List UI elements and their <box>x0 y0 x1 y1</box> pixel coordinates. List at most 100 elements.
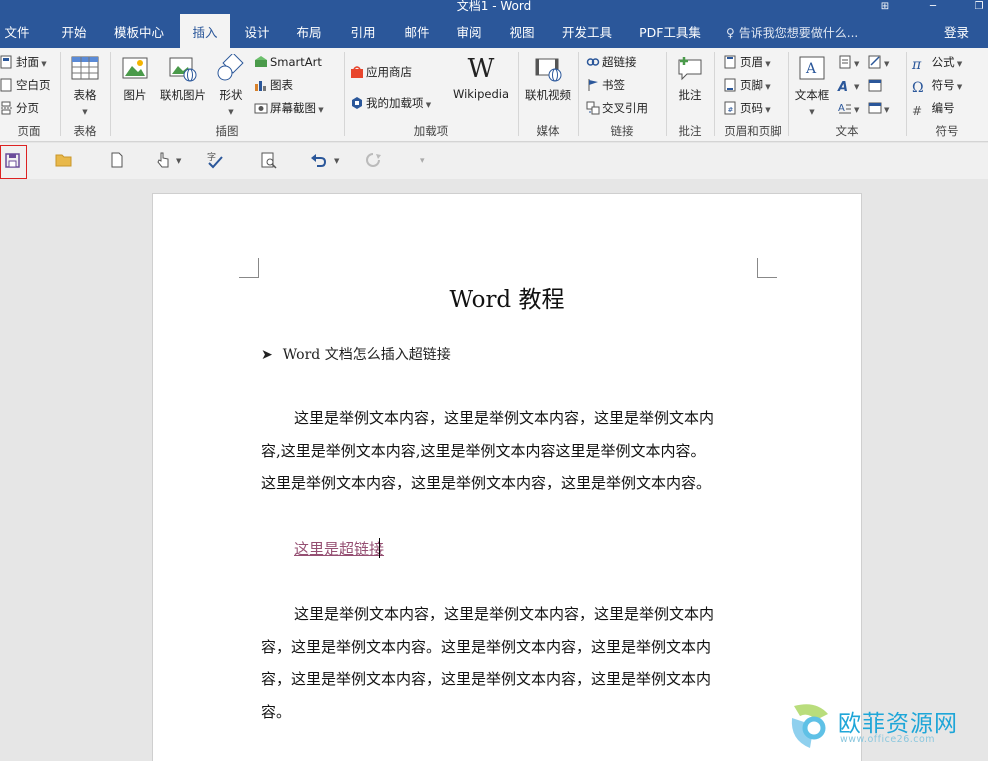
restore-icon[interactable]: ❐ <box>972 0 986 13</box>
tab-design[interactable]: 设计 <box>236 14 278 48</box>
symbol-button[interactable]: Ω 符号 ▼ <box>912 75 962 96</box>
object-icon <box>868 101 882 115</box>
title-bar: 文档1 - Word ⊞ ─ ❐ <box>0 0 988 14</box>
touch-hand-icon <box>157 152 169 168</box>
equation-button[interactable]: π 公式 ▼ <box>912 52 962 73</box>
page-break-button[interactable]: 分页 <box>0 98 39 118</box>
omega-icon: Ω <box>912 79 924 96</box>
smartart-icon <box>254 55 268 69</box>
minimize-icon[interactable]: ─ <box>926 0 940 13</box>
bullet-text: Word 文档怎么插入超链接 <box>282 347 451 363</box>
group-media: 联机视频 媒体 <box>520 50 576 140</box>
save-icon <box>5 153 20 168</box>
picture-icon <box>120 54 150 84</box>
cover-page-button[interactable]: 封面 ▼ <box>0 52 47 72</box>
svg-text:字: 字 <box>207 151 216 163</box>
customize-qat-button[interactable]: ▾ <box>420 151 425 171</box>
textbox-button[interactable]: A 文本框 ▼ <box>792 54 832 117</box>
group-pages: 封面 ▼ 空白页 分页 页面 <box>0 50 58 140</box>
tab-review[interactable]: 审阅 <box>448 14 490 48</box>
table-button[interactable]: 表格 ▼ <box>68 54 102 117</box>
date-time-button[interactable] <box>868 75 884 95</box>
print-preview-button[interactable] <box>260 151 278 171</box>
quick-parts-button[interactable]: ▼ <box>838 52 859 72</box>
tell-me-search[interactable]: ♀ 告诉我您想要做什么... <box>726 14 858 48</box>
wikipedia-button[interactable]: W Wikipedia <box>450 54 512 101</box>
page-number-icon: # <box>724 101 738 115</box>
ribbon-insert: 封面 ▼ 空白页 分页 页面 表格 ▼ 表格 图片 联机图片 形状 ▼ Smar… <box>0 48 988 142</box>
chart-icon <box>254 78 268 92</box>
smartart-button[interactable]: SmartArt <box>254 52 322 72</box>
window-title: 文档1 - Word <box>456 0 532 13</box>
bullet-item: ➤ Word 文档怎么插入超链接 <box>261 344 451 364</box>
cover-page-icon <box>0 55 14 69</box>
lightbulb-icon: ♀ <box>726 26 735 40</box>
login-button[interactable]: 登录 <box>944 14 969 48</box>
chart-button[interactable]: 图表 <box>254 75 293 95</box>
undo-button[interactable]: ▼ <box>310 151 339 171</box>
header-button[interactable]: 页眉 ▼ <box>724 52 771 72</box>
svg-text:A: A <box>805 61 817 77</box>
tab-view[interactable]: 视图 <box>501 14 543 48</box>
spelling-button[interactable]: 字 <box>206 151 224 171</box>
new-document-button[interactable] <box>108 151 126 171</box>
shapes-button[interactable]: 形状 ▼ <box>214 52 248 117</box>
hyperlink-text[interactable]: 这里是超链接 <box>294 538 384 559</box>
tab-home[interactable]: 开始 <box>52 14 96 48</box>
tab-pdf-tools[interactable]: PDF工具集 <box>634 14 706 48</box>
signature-line-button[interactable]: ▼ <box>868 52 889 72</box>
drop-cap-icon: A <box>838 101 852 115</box>
bookmark-icon <box>586 78 600 92</box>
group-header-footer: 页眉 ▼ 页脚 ▼ # 页码 ▼ 页眉和页脚 <box>716 50 786 140</box>
new-comment-button[interactable]: 批注 <box>672 54 708 103</box>
open-button[interactable] <box>55 151 73 171</box>
save-button[interactable] <box>0 145 27 179</box>
blank-page-icon <box>0 78 14 92</box>
group-label-tables: 表格 <box>73 124 97 138</box>
group-label-pages: 页面 <box>17 124 41 138</box>
cross-reference-button[interactable]: 交叉引用 <box>586 98 648 118</box>
my-addins-button[interactable]: 我的加载项 ▼ <box>350 93 431 113</box>
page-number-button[interactable]: # 页码 ▼ <box>724 98 771 118</box>
tab-developer[interactable]: 开发工具 <box>556 14 618 48</box>
undo-icon <box>311 154 327 167</box>
bookmark-button[interactable]: 书签 <box>586 75 625 95</box>
number-button[interactable]: # 编号 <box>912 98 955 118</box>
tab-references[interactable]: 引用 <box>342 14 384 48</box>
redo-button[interactable] <box>364 151 382 171</box>
ribbon-display-icon[interactable]: ⊞ <box>878 0 892 13</box>
signature-icon <box>868 55 882 69</box>
picture-button[interactable]: 图片 <box>118 54 152 103</box>
textbox-icon: A <box>797 54 827 84</box>
bullet-arrow-icon: ➤ <box>261 347 273 363</box>
quick-parts-icon <box>838 55 852 69</box>
spell-check-icon: 字 <box>207 151 223 169</box>
screenshot-button[interactable]: 屏幕截图 ▼ <box>254 98 324 118</box>
group-label-illustrations: 插图 <box>215 124 239 138</box>
tab-layout[interactable]: 布局 <box>288 14 330 48</box>
wordart-button[interactable]: A ▼ <box>838 75 859 95</box>
tab-mailings[interactable]: 邮件 <box>396 14 438 48</box>
cross-reference-icon <box>586 101 600 115</box>
store-button[interactable]: 应用商店 <box>350 62 412 82</box>
drop-cap-button[interactable]: A ▼ <box>838 98 859 118</box>
group-links: 超链接 书签 交叉引用 链接 <box>580 50 664 140</box>
blank-page-button[interactable]: 空白页 <box>0 75 51 95</box>
group-addins: 应用商店 我的加载项 ▼ W Wikipedia 加载项 <box>346 50 516 140</box>
paragraph-2: 这里是举例文本内容，这里是举例文本内容，这里是举例文本内 容，这里是举例文本内容… <box>261 605 715 721</box>
footer-icon <box>724 78 738 92</box>
online-video-button[interactable]: 联机视频 <box>522 54 574 103</box>
hyperlink-button[interactable]: 超链接 <box>586 52 637 72</box>
online-picture-button[interactable]: 联机图片 <box>158 54 208 103</box>
object-button[interactable]: ▼ <box>868 98 889 118</box>
group-label-addins: 加载项 <box>413 124 449 138</box>
tab-templates[interactable]: 模板中心 <box>106 14 172 48</box>
document-page[interactable]: Word 教程 ➤ Word 文档怎么插入超链接 这里是举例文本内容，这里是举例文… <box>152 193 862 761</box>
svg-text:#: # <box>728 106 734 114</box>
touch-mode-button[interactable]: ▼ <box>154 151 181 171</box>
calendar-icon <box>868 78 882 92</box>
tab-insert[interactable]: 插入 <box>180 14 230 48</box>
footer-button[interactable]: 页脚 ▼ <box>724 75 771 95</box>
tab-file[interactable]: 文件 <box>0 14 34 48</box>
link-icon <box>586 55 600 69</box>
